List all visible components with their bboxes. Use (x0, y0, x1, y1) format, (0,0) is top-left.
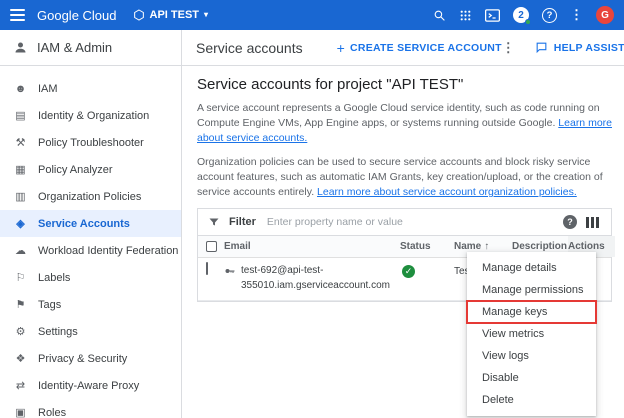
identity-card-icon: ▤ (14, 109, 27, 122)
sidebar-item-policy-troubleshooter[interactable]: ⚒ Policy Troubleshooter (0, 129, 181, 156)
sidebar-item-settings[interactable]: ⚙ Settings (0, 318, 181, 345)
intro-paragraph: A service account represents a Google Cl… (197, 101, 612, 147)
notification-count: 2 (518, 10, 524, 21)
sidebar-item-roles[interactable]: ▣ Roles (0, 399, 181, 418)
menu-item-delete[interactable]: Delete (467, 389, 596, 411)
help-assistant-label: HELP ASSISTANT (554, 42, 624, 54)
section-title: IAM & Admin (37, 40, 112, 55)
sidebar-item-service-accounts[interactable]: ◈ Service Accounts (0, 210, 181, 237)
column-header-status[interactable]: Status (400, 241, 454, 252)
gear-icon: ⚙ (14, 325, 27, 338)
filter-help-icon[interactable]: ? (563, 215, 577, 229)
avatar[interactable]: G (596, 6, 614, 24)
apps-grid-icon[interactable] (459, 9, 472, 22)
sidebar: ☻ IAM ▤ Identity & Organization ⚒ Policy… (0, 66, 182, 418)
service-account-key-icon (224, 265, 236, 277)
project-hexagon-icon (133, 9, 145, 21)
help-icon[interactable]: ? (542, 8, 557, 23)
column-header-name[interactable]: Name ↑ (454, 241, 512, 252)
project-name: API TEST (150, 9, 200, 21)
service-account-email[interactable]: test-692@api-test-355010.iam.gserviceacc… (241, 263, 399, 293)
menu-icon[interactable] (10, 9, 25, 21)
presence-dot-icon (525, 19, 531, 25)
caret-down-icon: ▾ (204, 11, 208, 19)
sidebar-item-tags[interactable]: ⚑ Tags (0, 291, 181, 318)
help-assistant-button[interactable]: HELP ASSISTANT (535, 41, 624, 54)
header-more-icon[interactable]: ⋮ (502, 40, 515, 56)
cloud-icon: ☁ (14, 244, 27, 257)
sidebar-item-organization-policies[interactable]: ▥ Organization Policies (0, 183, 181, 210)
sort-ascending-icon: ↑ (484, 241, 489, 252)
menu-item-manage-details[interactable]: Manage details (467, 257, 596, 279)
google-cloud-logo[interactable]: Google Cloud (37, 8, 117, 23)
menu-item-manage-keys[interactable]: Manage keys (467, 301, 596, 323)
plus-icon: + (337, 41, 345, 55)
cloud-shell-icon[interactable] (485, 9, 500, 22)
policy-paragraph: Organization policies can be used to sec… (197, 155, 612, 201)
sidebar-item-identity-organization[interactable]: ▤ Identity & Organization (0, 102, 181, 129)
section-header: IAM & Admin (0, 30, 182, 65)
sidebar-item-identity-aware-proxy[interactable]: ⇄ Identity-Aware Proxy (0, 372, 181, 399)
topbar: Google Cloud API TEST ▾ 2 ? ⋮ G (0, 0, 624, 30)
people-icon: ☻ (14, 83, 27, 95)
filter-funnel-icon[interactable] (208, 216, 220, 228)
menu-item-manage-permissions[interactable]: Manage permissions (467, 279, 596, 301)
create-service-account-label: CREATE SERVICE ACCOUNT (350, 42, 502, 54)
iam-admin-icon (13, 40, 28, 55)
roles-icon: ▣ (14, 406, 27, 418)
filter-input[interactable] (265, 215, 554, 229)
page-header: IAM & Admin Service accounts + CREATE SE… (0, 30, 624, 66)
column-header-description[interactable]: Description (512, 241, 568, 252)
filter-bar: Filter ? (198, 209, 611, 236)
status-active-icon: ✓ (402, 265, 415, 278)
label-icon: ⚐ (14, 271, 27, 284)
policies-list-icon: ▥ (14, 190, 27, 203)
tools-icon: ⚒ (14, 136, 27, 149)
sidebar-item-workload-identity-federation[interactable]: ☁ Workload Identity Federation (0, 237, 181, 264)
tag-icon: ⚑ (14, 298, 27, 311)
learn-more-org-policies-link[interactable]: Learn more about service account organiz… (317, 186, 577, 198)
topbar-more-icon[interactable]: ⋮ (570, 7, 583, 23)
sidebar-item-iam[interactable]: ☻ IAM (0, 75, 181, 102)
create-service-account-button[interactable]: + CREATE SERVICE ACCOUNT (337, 41, 502, 55)
search-icon[interactable] (433, 9, 446, 22)
row-actions-menu: Manage details Manage permissions Manage… (467, 252, 596, 416)
sidebar-item-policy-analyzer[interactable]: ▦ Policy Analyzer (0, 156, 181, 183)
menu-item-view-logs[interactable]: View logs (467, 345, 596, 367)
service-account-icon: ◈ (14, 217, 27, 230)
column-display-icon[interactable] (586, 217, 601, 228)
column-header-email[interactable]: Email (224, 241, 400, 252)
proxy-arrows-icon: ⇄ (14, 379, 27, 392)
sidebar-item-labels[interactable]: ⚐ Labels (0, 264, 181, 291)
page-heading: Service accounts for project "API TEST" (197, 76, 612, 93)
select-all-checkbox[interactable] (206, 241, 217, 252)
menu-item-disable[interactable]: Disable (467, 367, 596, 389)
analyzer-icon: ▦ (14, 163, 27, 176)
sidebar-item-privacy-security[interactable]: ❖ Privacy & Security (0, 345, 181, 372)
notifications-badge[interactable]: 2 (513, 7, 529, 23)
shield-icon: ❖ (14, 352, 27, 365)
project-selector[interactable]: API TEST ▾ (133, 9, 209, 21)
intro-text: A service account represents a Google Cl… (197, 102, 600, 129)
filter-label: Filter (229, 216, 256, 228)
menu-item-view-metrics[interactable]: View metrics (467, 323, 596, 345)
row-checkbox[interactable] (206, 262, 208, 275)
chat-icon (535, 41, 548, 54)
page-title: Service accounts (196, 40, 303, 56)
